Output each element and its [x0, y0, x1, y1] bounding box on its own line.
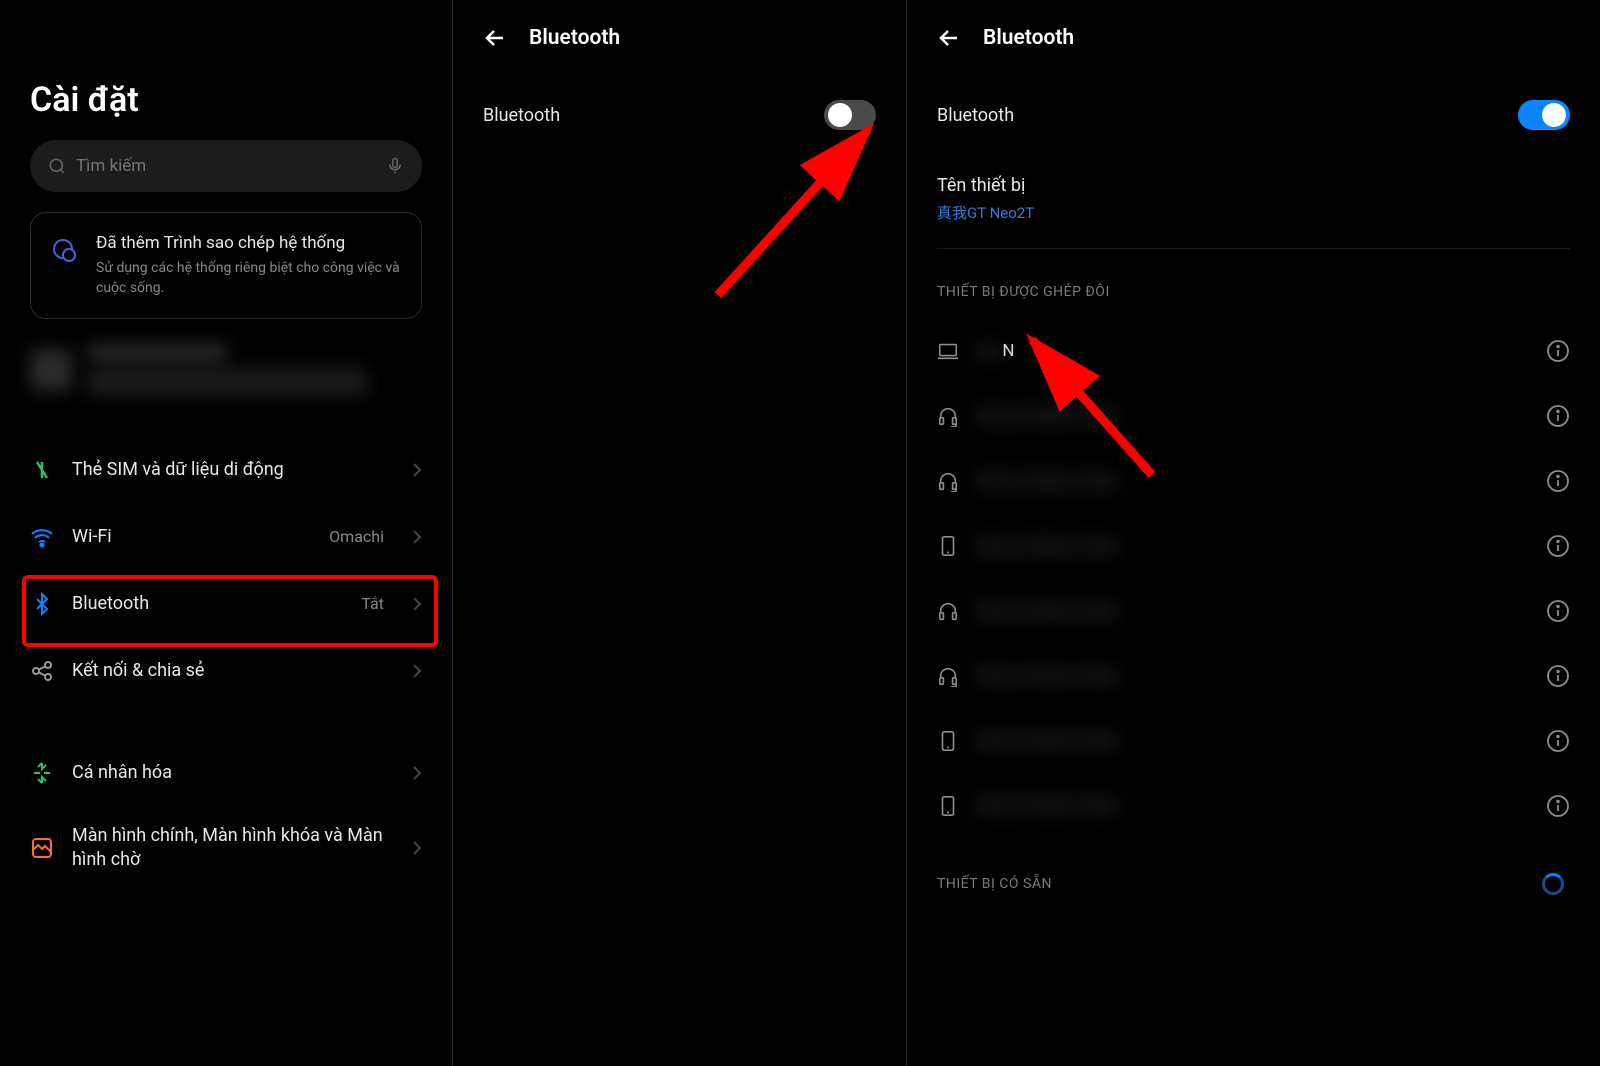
- bluetooth-toggle-label: Bluetooth: [937, 105, 1518, 126]
- info-card-desc: Sử dụng các hệ thống riêng biệt cho công…: [96, 259, 403, 298]
- avatar: [30, 349, 72, 391]
- info-card[interactable]: Đã thêm Trình sao chép hệ thống Sử dụng …: [30, 212, 422, 319]
- device-label: Device Name Here: [977, 731, 1528, 751]
- laptop-icon: [937, 340, 959, 362]
- paired-device-item[interactable]: Device Name Here: [907, 708, 1600, 773]
- info-icon[interactable]: [1546, 599, 1570, 623]
- system-copy-icon: [49, 235, 81, 267]
- bluetooth-toggle[interactable]: [1518, 100, 1570, 130]
- headset-icon: [937, 405, 959, 427]
- item-value: Tắt: [361, 594, 384, 613]
- info-icon[interactable]: [1546, 404, 1570, 428]
- device-name-row[interactable]: Tên thiết bị 真我GT Neo2T: [937, 155, 1570, 249]
- settings-item-display[interactable]: Màn hình chính, Màn hình khóa và Màn hìn…: [30, 806, 422, 889]
- settings-title: Cài đặt: [0, 0, 452, 140]
- bluetooth-header: Bluetooth: [453, 0, 906, 75]
- chevron-right-icon: [412, 663, 422, 679]
- search-input[interactable]: [76, 156, 386, 176]
- settings-item-sim[interactable]: Thẻ SIM và dữ liệu di động: [30, 436, 422, 503]
- headset-icon: [937, 665, 959, 687]
- paired-device-item[interactable]: Device Name Here: [907, 643, 1600, 708]
- info-icon[interactable]: [1546, 664, 1570, 688]
- device-name-value: 真我GT Neo2T: [937, 202, 1570, 223]
- paired-device-item[interactable]: Device Name Here: [907, 383, 1600, 448]
- back-arrow-icon[interactable]: [483, 26, 507, 50]
- bluetooth-panel-on: Bluetooth Bluetooth Tên thiết bị 真我GT Ne…: [907, 0, 1600, 1066]
- back-arrow-icon[interactable]: [937, 26, 961, 50]
- bluetooth-panel-off: Bluetooth Bluetooth: [453, 0, 907, 1066]
- toggle-knob: [1542, 103, 1566, 127]
- item-value: Omachi: [329, 527, 384, 546]
- info-icon[interactable]: [1546, 794, 1570, 818]
- item-label: Wi-Fi: [72, 526, 311, 547]
- search-bar[interactable]: [30, 140, 422, 192]
- item-label: Bluetooth: [72, 593, 343, 614]
- chevron-right-icon: [412, 596, 422, 612]
- paired-device-item[interactable]: Device Name Here: [907, 773, 1600, 838]
- headset-icon: [937, 470, 959, 492]
- bluetooth-header: Bluetooth: [907, 0, 1600, 75]
- scanning-spinner-icon: [1542, 873, 1564, 895]
- bluetooth-toggle-row: Bluetooth: [907, 75, 1600, 155]
- page-title: Bluetooth: [983, 26, 1074, 50]
- phone-icon: [937, 730, 959, 752]
- settings-item-wifi[interactable]: Wi-Fi Omachi: [30, 503, 422, 570]
- settings-item-connection[interactable]: Kết nối & chia sẻ: [30, 637, 422, 704]
- info-icon[interactable]: [1546, 534, 1570, 558]
- item-label: Cá nhân hóa: [72, 762, 394, 783]
- profile-row[interactable]: [30, 344, 422, 396]
- device-label: Device Name Here: [977, 406, 1528, 426]
- personalize-icon: [30, 761, 54, 785]
- settings-item-personalize[interactable]: Cá nhân hóa: [30, 739, 422, 806]
- chevron-right-icon: [412, 840, 422, 856]
- device-label: Device Name Here: [977, 536, 1528, 556]
- mic-icon[interactable]: [386, 157, 404, 175]
- available-section-header: THIẾT BỊ CÓ SẴN: [907, 838, 1600, 913]
- paired-section-header: THIẾT BỊ ĐƯỢC GHÉP ĐÔI: [907, 249, 1600, 318]
- info-icon[interactable]: [1546, 729, 1570, 753]
- item-label: Thẻ SIM và dữ liệu di động: [72, 459, 394, 480]
- device-label: Device Name Here: [977, 601, 1528, 621]
- info-card-title: Đã thêm Trình sao chép hệ thống: [96, 233, 403, 253]
- profile-name-blurred: [87, 344, 227, 360]
- bluetooth-icon: [30, 592, 54, 616]
- wifi-icon: [30, 525, 54, 549]
- display-icon: [30, 836, 54, 860]
- sim-icon: [30, 458, 54, 482]
- toggle-knob: [828, 103, 852, 127]
- headphone-icon: [937, 600, 959, 622]
- chevron-right-icon: [412, 765, 422, 781]
- settings-panel: Cài đặt Đã thêm Trình sao chép hệ thống …: [0, 0, 453, 1066]
- page-title: Bluetooth: [529, 26, 620, 50]
- device-label: Device Name Here: [977, 666, 1528, 686]
- settings-item-bluetooth[interactable]: Bluetooth Tắt: [30, 570, 422, 637]
- chevron-right-icon: [412, 462, 422, 478]
- phone-icon: [937, 795, 959, 817]
- phone-icon: [937, 535, 959, 557]
- bluetooth-toggle-label: Bluetooth: [483, 105, 824, 126]
- item-label: Kết nối & chia sẻ: [72, 660, 394, 681]
- device-label: Device Name Here: [977, 796, 1528, 816]
- device-label: Device Name Here: [977, 471, 1528, 491]
- available-header-label: THIẾT BỊ CÓ SẴN: [937, 876, 1052, 892]
- bluetooth-toggle[interactable]: [824, 100, 876, 130]
- info-icon[interactable]: [1546, 469, 1570, 493]
- profile-desc-blurred: [87, 368, 367, 396]
- info-icon[interactable]: [1546, 339, 1570, 363]
- device-label: xxxN: [977, 341, 1528, 361]
- share-icon: [30, 659, 54, 683]
- device-name-label: Tên thiết bị: [937, 175, 1570, 196]
- chevron-right-icon: [412, 529, 422, 545]
- item-label: Màn hình chính, Màn hình khóa và Màn hìn…: [72, 824, 394, 871]
- search-icon: [48, 157, 66, 175]
- paired-device-item[interactable]: Device Name Here: [907, 578, 1600, 643]
- paired-device-item[interactable]: Device Name Here: [907, 513, 1600, 578]
- bluetooth-toggle-row: Bluetooth: [453, 75, 906, 155]
- paired-device-item[interactable]: Device Name Here: [907, 448, 1600, 513]
- paired-device-item[interactable]: xxxN: [907, 318, 1600, 383]
